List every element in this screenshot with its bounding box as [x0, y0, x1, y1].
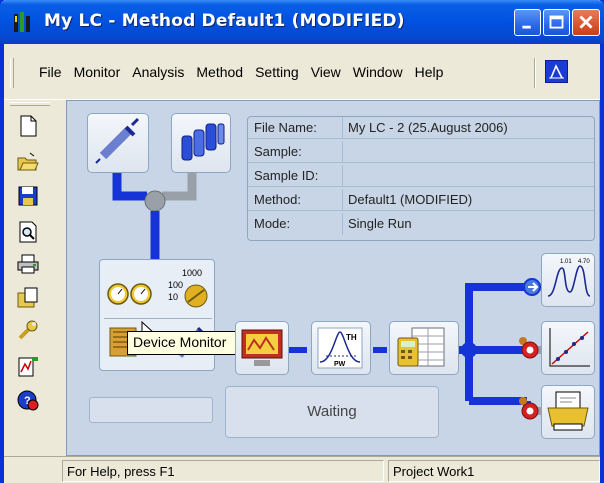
system-canvas: File Name: My LC - 2 (25.August 2006) Sam… [66, 100, 600, 456]
printer-report-icon [547, 391, 589, 431]
pressure-gauges-icon[interactable] [106, 280, 156, 308]
statusbar-project: Project Work1 [388, 460, 600, 482]
autosampler-button[interactable] [235, 321, 289, 375]
solvent-bottles-button[interactable] [171, 113, 231, 173]
print-icon[interactable] [16, 252, 40, 276]
info-label: Mode: [254, 216, 291, 231]
wrench-icon[interactable] [16, 318, 40, 342]
device-monitor-tooltip: Device Monitor [127, 331, 243, 355]
menu-file[interactable]: File [34, 62, 67, 82]
info-label: Method: [254, 192, 301, 207]
help-icon[interactable]: ? [16, 388, 40, 412]
menu-method[interactable]: Method [191, 62, 248, 82]
calculation-button[interactable] [389, 321, 459, 375]
info-row-file-name: File Name: My LC - 2 (25.August 2006) [248, 117, 594, 139]
gauge-number-1000: 1000 [182, 268, 202, 278]
menu-analysis[interactable]: Analysis [127, 62, 189, 82]
minimize-button[interactable] [514, 9, 541, 36]
chart-edit-icon[interactable] [16, 354, 40, 378]
run-info-panel: File Name: My LC - 2 (25.August 2006) Sam… [247, 116, 595, 241]
info-label: Sample: [254, 144, 302, 159]
app-window: My LC - Method Default1 (MODIFIED) File … [0, 0, 604, 483]
window-title: My LC - Method Default1 (MODIFIED) [44, 11, 405, 31]
info-value: Default1 (MODIFIED) [348, 192, 473, 207]
save-icon[interactable] [16, 184, 40, 208]
svg-text:4.70: 4.70 [578, 259, 590, 265]
info-row-method: Method: Default1 (MODIFIED) [248, 189, 594, 211]
menubar-separator [534, 58, 536, 88]
menu-setting[interactable]: Setting [250, 62, 304, 82]
status-bar: For Help, press F1 Project Work1 [4, 456, 600, 483]
print-preview-icon[interactable] [16, 220, 40, 244]
info-label: Sample ID: [254, 168, 319, 183]
open-folder-icon[interactable] [16, 150, 40, 174]
info-label: File Name: [254, 120, 317, 135]
info-value: Single Run [348, 216, 412, 231]
solvent-bottles-icon [181, 123, 225, 161]
progress-box [89, 397, 213, 423]
maximize-icon [549, 15, 564, 29]
calculator-icon [397, 327, 445, 367]
info-row-mode: Mode: Single Run [248, 213, 594, 235]
flow-scale-icon[interactable]: 1000 100 10 [158, 262, 214, 314]
statusbar-help-text: For Help, press F1 [62, 460, 384, 482]
peak-width-icon: TH PW [317, 327, 363, 369]
menu-monitor[interactable]: Monitor [69, 62, 126, 82]
left-toolbar: ? [4, 100, 60, 456]
calibration-curve-icon [549, 328, 590, 367]
syringe-icon [95, 117, 140, 164]
svg-text:TH: TH [346, 333, 357, 342]
chromatogram-icon: 1.01 4.70 [547, 259, 591, 297]
close-button[interactable] [572, 9, 600, 36]
gauge-number-10: 10 [168, 292, 178, 302]
title-bar[interactable]: My LC - Method Default1 (MODIFIED) [0, 0, 604, 44]
info-row-sample-id: Sample ID: [248, 165, 594, 187]
gauge-number-100: 100 [168, 280, 183, 290]
info-row-sample: Sample: [248, 141, 594, 163]
monitor-screen-icon [241, 329, 283, 366]
calibration-curve-button[interactable] [541, 321, 595, 375]
pump-a-button[interactable] [87, 113, 149, 173]
peak-processing-button[interactable]: TH PW [311, 321, 371, 375]
menubar-grip[interactable] [10, 58, 14, 88]
toolbar-grip[interactable] [10, 102, 50, 106]
maximize-button[interactable] [543, 9, 570, 36]
lambda-icon [549, 64, 564, 79]
svg-text:1.01: 1.01 [560, 259, 572, 265]
menu-bar: File Monitor Analysis Method Setting Vie… [4, 44, 600, 100]
close-icon [579, 15, 593, 29]
status-panel: Waiting [225, 386, 439, 438]
svg-text:PW: PW [334, 361, 346, 368]
info-value: My LC - 2 (25.August 2006) [348, 120, 508, 135]
minimize-icon [522, 25, 531, 29]
status-text: Waiting [307, 403, 357, 420]
menu-help[interactable]: Help [410, 62, 449, 82]
lambda-button[interactable] [545, 60, 568, 83]
new-document-icon[interactable] [16, 114, 40, 138]
copy-icon[interactable] [16, 286, 40, 310]
app-icon [14, 12, 30, 32]
menu-window[interactable]: Window [348, 62, 408, 82]
report-print-button[interactable] [541, 385, 595, 439]
menu-view[interactable]: View [306, 62, 346, 82]
svg-text:?: ? [24, 395, 31, 407]
chromatogram-view-button[interactable]: 1.01 4.70 [541, 253, 595, 307]
